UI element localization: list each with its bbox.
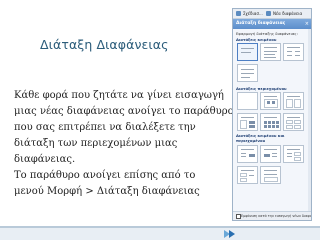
pane-scrollbar[interactable] <box>308 29 311 214</box>
body-line: που σας επιτρέπει να διαλέξετε την <box>14 122 196 133</box>
close-icon[interactable]: × <box>305 19 309 29</box>
body-line: διάταξη των περιεχομένων μιας <box>14 138 178 149</box>
body-line: μενού Μορφή > Διάταξη διαφάνειας <box>14 186 200 197</box>
show-on-insert-label: Εμφάνιση κατά την εισαγωγή νέων διαφανει… <box>241 214 312 218</box>
pane-title: Διάταξη διαφάνειας <box>236 21 286 26</box>
layout-thumbnail[interactable] <box>260 166 281 184</box>
pane-subtitle: Εφαρμογή διάταξης διαφάνειας: <box>236 31 298 36</box>
pane-footer: Εμφάνιση κατά την εισαγωγή νέων διαφανει… <box>233 211 311 220</box>
layout-thumbnail[interactable] <box>283 43 304 61</box>
layout-thumbnail[interactable] <box>237 113 258 131</box>
design-icon[interactable] <box>236 11 241 16</box>
layout-thumbnail[interactable] <box>260 92 281 110</box>
layout-thumbnail[interactable] <box>260 113 281 131</box>
slide-layout-task-pane: Σχέδιασ... Νέα διαφάνεια Διάταξη διαφάνε… <box>232 8 312 221</box>
layout-thumbnail[interactable] <box>237 64 258 82</box>
chevron-right-icon <box>229 230 235 238</box>
body-line: μιας νέας διαφάνειας ανοίγει το παράθυρο <box>14 106 234 117</box>
layout-thumbnail[interactable] <box>260 145 281 163</box>
layout-thumbnail[interactable] <box>283 92 304 110</box>
layout-thumbnail[interactable] <box>283 113 304 131</box>
slide-title: Διάταξη Διαφάνειας <box>40 37 169 52</box>
pane-header: Διάταξη διαφάνειας × <box>233 19 311 29</box>
layout-thumbnail[interactable] <box>260 43 281 61</box>
slide: Διάταξη Διαφάνειας Κάθε φορά που ζητάτε … <box>0 0 320 240</box>
pane-toolbar: Σχέδιασ... Νέα διαφάνεια <box>233 9 311 19</box>
body-line: διαφάνειας. <box>14 154 76 165</box>
section-content-layouts: Διατάξεις περιεχομένου <box>236 86 287 91</box>
toolbar-new-slide-label[interactable]: Νέα διαφάνεια <box>273 9 302 18</box>
new-slide-icon[interactable] <box>266 11 271 16</box>
body-line: Το παράθυρο ανοίγει επίσης από το <box>14 170 196 181</box>
section-text-content-layouts: Διατάξεις κειμένου και περιεχομένου <box>236 133 285 143</box>
section-text-layouts: Διατάξεις κειμένου <box>236 37 277 42</box>
layout-thumbnail[interactable] <box>237 43 258 61</box>
slide-body: Κάθε φορά που ζητάτε να γίνει εισαγωγή μ… <box>14 88 234 200</box>
layout-thumbnail[interactable] <box>237 166 258 184</box>
toolbar-design-label[interactable]: Σχέδιασ... <box>243 9 263 18</box>
body-line: Κάθε φορά που ζητάτε να γίνει εισαγωγή <box>14 90 224 101</box>
layout-thumbnail[interactable] <box>237 145 258 163</box>
layout-thumbnail[interactable] <box>283 145 304 163</box>
layout-thumbnail[interactable] <box>237 92 258 110</box>
footer-band <box>0 228 320 240</box>
